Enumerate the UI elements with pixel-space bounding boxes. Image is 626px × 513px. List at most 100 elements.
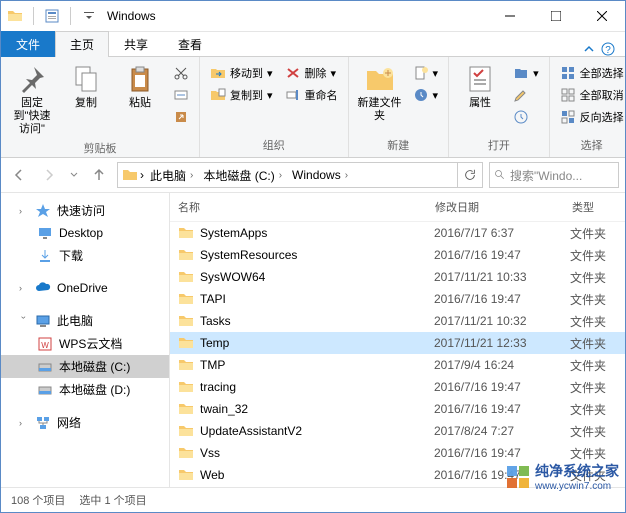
navigation-pane: ›快速访问 Desktop 下载 ›OneDrive ›此电脑 WWPS云文档 … [1, 193, 170, 487]
chevron-down-icon: ▾ [433, 89, 439, 102]
new-folder-button[interactable]: 新建文件夹 [355, 61, 405, 125]
search-box[interactable]: 搜索"Windo... [489, 162, 619, 188]
select-all-button[interactable]: 全部选择 [556, 63, 626, 83]
properties-icon [464, 63, 496, 95]
desktop-icon [37, 225, 53, 241]
open-button[interactable]: ▾ [509, 63, 543, 83]
move-to-button[interactable]: 移动到▾ [206, 63, 277, 83]
file-name: SystemResources [200, 248, 297, 262]
titlebar: Windows [1, 1, 625, 32]
copy-to-button[interactable]: 复制到▾ [206, 85, 277, 105]
properties-button[interactable]: 属性 [455, 61, 505, 112]
item-count: 108 个项目 [11, 492, 65, 508]
tree-network[interactable]: ›网络 [1, 411, 169, 434]
paste-shortcut-button[interactable] [169, 107, 193, 127]
breadcrumb[interactable]: › 此电脑› 本地磁盘 (C:)› Windows› [117, 162, 458, 188]
copy-to-icon [210, 87, 226, 103]
qat-dropdown-icon[interactable] [81, 8, 97, 24]
tree-wps-cloud[interactable]: WWPS云文档 [1, 332, 169, 355]
svg-text:W: W [41, 341, 49, 350]
file-row[interactable]: Temp2017/11/21 12:33文件夹 [170, 332, 625, 354]
folder-icon [178, 379, 194, 395]
file-name: TMP [200, 358, 225, 372]
file-type: 文件夹 [562, 423, 625, 440]
history-button[interactable] [509, 107, 543, 127]
folder-icon [178, 401, 194, 417]
tree-downloads[interactable]: 下载 [1, 244, 169, 267]
file-row[interactable]: Web2016/7/16 19:47文件夹 [170, 464, 625, 486]
download-icon [37, 248, 53, 264]
file-type: 文件夹 [562, 445, 625, 462]
tab-view[interactable]: 查看 [163, 31, 217, 57]
file-row[interactable]: TAPI2016/7/16 19:47文件夹 [170, 288, 625, 310]
file-name: SysWOW64 [200, 270, 265, 284]
column-date[interactable]: 修改日期 [427, 193, 564, 221]
forward-button[interactable] [37, 163, 61, 187]
file-type: 文件夹 [562, 269, 625, 286]
cut-button[interactable] [169, 63, 193, 83]
tree-onedrive[interactable]: ›OneDrive [1, 277, 169, 299]
back-button[interactable] [7, 163, 31, 187]
copy-button[interactable]: 复制 [61, 61, 111, 112]
file-list[interactable]: SystemApps2016/7/17 6:37文件夹SystemResourc… [170, 222, 625, 487]
properties-icon[interactable] [44, 8, 60, 24]
crumb-this-pc[interactable]: 此电脑› [146, 167, 197, 184]
edit-button[interactable] [509, 85, 543, 105]
paste-button[interactable]: 粘贴 [115, 61, 165, 112]
address-bar-row: › 此电脑› 本地磁盘 (C:)› Windows› 搜索"Windo... [1, 158, 625, 193]
file-row[interactable]: TMP2017/9/4 16:24文件夹 [170, 354, 625, 376]
ribbon-collapse[interactable]: ? [573, 42, 625, 56]
rename-button[interactable]: 重命名 [281, 85, 342, 105]
tree-this-pc[interactable]: ›此电脑 [1, 309, 169, 332]
tree-desktop[interactable]: Desktop [1, 222, 169, 244]
pin-button[interactable]: 固定到"快速访问" [7, 61, 57, 138]
move-icon [210, 65, 226, 81]
tree-quick-access[interactable]: ›快速访问 [1, 199, 169, 222]
column-name[interactable]: 名称 [170, 193, 427, 221]
new-item-button[interactable]: ▾ [409, 63, 443, 83]
file-row[interactable]: twain_322016/7/16 19:47文件夹 [170, 398, 625, 420]
tab-file[interactable]: 文件 [1, 31, 55, 57]
tree-d-drive[interactable]: 本地磁盘 (D:) [1, 378, 169, 401]
close-button[interactable] [579, 1, 625, 31]
history-icon [513, 109, 529, 125]
refresh-button[interactable] [458, 162, 483, 188]
tree-c-drive[interactable]: 本地磁盘 (C:) [1, 355, 169, 378]
file-row[interactable]: SysWOW642017/11/21 10:33文件夹 [170, 266, 625, 288]
up-button[interactable] [87, 163, 111, 187]
column-type[interactable]: 类型 [564, 193, 625, 221]
path-icon [173, 87, 189, 103]
maximize-button[interactable] [533, 1, 579, 31]
collapse-icon[interactable]: › [19, 316, 29, 326]
delete-button[interactable]: 删除▾ [281, 63, 342, 83]
crumb-windows[interactable]: Windows› [288, 168, 352, 182]
tab-share[interactable]: 共享 [109, 31, 163, 57]
file-row[interactable]: Tasks2017/11/21 10:32文件夹 [170, 310, 625, 332]
folder-icon [178, 335, 194, 351]
chevron-right-icon[interactable]: › [140, 168, 144, 182]
expand-icon[interactable]: › [19, 206, 29, 216]
select-none-button[interactable]: 全部取消 [556, 85, 626, 105]
history-dropdown[interactable] [67, 163, 81, 187]
file-row[interactable]: SystemResources2016/7/16 19:47文件夹 [170, 244, 625, 266]
copy-path-button[interactable] [169, 85, 193, 105]
crumb-c-drive[interactable]: 本地磁盘 (C:)› [199, 167, 286, 184]
help-icon[interactable]: ? [601, 42, 615, 56]
new-item-icon [413, 65, 429, 81]
file-row[interactable]: SystemApps2016/7/17 6:37文件夹 [170, 222, 625, 244]
easy-access-button[interactable]: ▾ [409, 85, 443, 105]
tab-home[interactable]: 主页 [55, 31, 109, 57]
invert-selection-button[interactable]: 反向选择 [556, 107, 626, 127]
window-title: Windows [103, 9, 487, 23]
file-row[interactable]: tracing2016/7/16 19:47文件夹 [170, 376, 625, 398]
selection-count: 选中 1 个项目 [79, 492, 146, 508]
minimize-button[interactable] [487, 1, 533, 31]
folder-icon [178, 225, 194, 241]
svg-text:?: ? [605, 45, 611, 56]
file-date: 2017/8/24 7:27 [426, 424, 562, 438]
chevron-up-icon [583, 43, 595, 55]
separator [33, 7, 34, 25]
file-row[interactable]: UpdateAssistantV22017/8/24 7:27文件夹 [170, 420, 625, 442]
file-row[interactable]: Vss2016/7/16 19:47文件夹 [170, 442, 625, 464]
pin-icon [16, 63, 48, 95]
